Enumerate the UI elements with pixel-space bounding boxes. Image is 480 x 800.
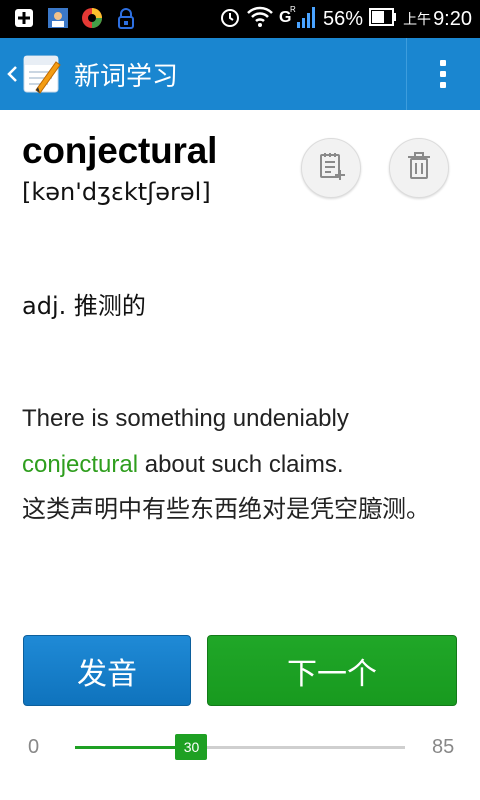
progress-slider[interactable]: 30 [75,734,405,760]
signal-g-icon: GR [279,4,317,34]
progress-fill [75,746,192,749]
notification-plus-icon [12,6,36,30]
word-headword: conjectural [22,130,218,171]
svg-text:R: R [290,5,296,14]
action-bar: 新词学习 [0,38,480,110]
word-phonetic: [kən'dʒɛktʃərəl] [22,178,211,206]
wifi-icon [247,6,273,32]
add-to-notebook-button[interactable] [301,138,361,198]
next-word-button[interactable]: 下一个 [207,635,457,706]
page-title: 新词学习 [74,62,179,92]
progress-thumb[interactable]: 30 [175,734,208,760]
battery-percent: 56% [323,7,364,30]
progress-min-label: 0 [28,736,40,758]
word-meaning: adj. 推测的 [22,292,146,320]
contacts-icon [46,6,70,30]
app-swirl-icon [80,6,104,30]
example-translation: 这类声明中有些东西绝对是凭空臆测。 [22,495,430,523]
example-text-after: about such claims. [138,451,344,478]
back-chevron-icon[interactable] [6,60,20,88]
lock-app-icon [114,6,138,30]
example-text-before: There is something undeniably [22,405,349,432]
clock-ampm: 上午 [403,12,432,28]
clock-time: 9:20 [433,7,472,30]
progress-max-label: 85 [432,736,455,758]
alarm-icon [219,6,241,32]
status-icons: GR 56% 上午 9:20 [219,4,472,34]
overflow-menu-icon[interactable] [406,38,480,110]
trash-icon [405,151,433,185]
example-sentence: There is something undeniably conjectura… [22,396,462,488]
notification-icons [12,6,138,30]
delete-word-button[interactable] [389,138,449,198]
pronounce-button[interactable]: 发音 [23,635,191,706]
app-logo-icon[interactable] [22,52,62,94]
example-highlight-word: conjectural [22,451,139,478]
notebook-add-icon [316,151,346,185]
battery-icon [369,8,397,30]
status-bar: GR 56% 上午 9:20 [0,0,480,38]
